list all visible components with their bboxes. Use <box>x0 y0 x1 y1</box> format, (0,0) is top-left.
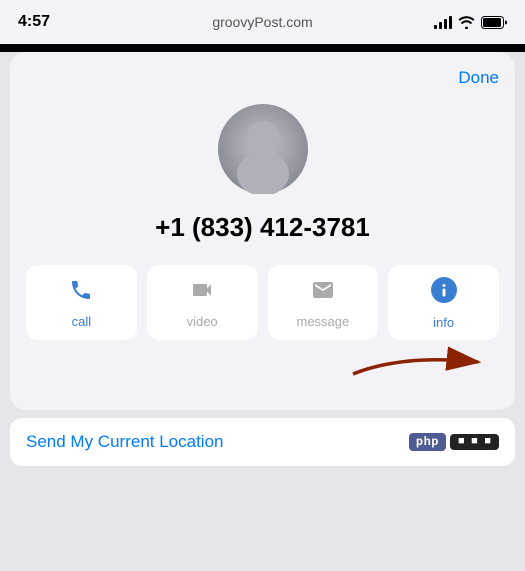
done-button[interactable]: Done <box>26 68 499 88</box>
info-icon <box>431 277 457 309</box>
actions-row: call video message <box>26 265 499 340</box>
video-button[interactable]: video <box>147 265 258 340</box>
arrow-svg <box>323 334 503 389</box>
sheet-backdrop: Done +1 ( <box>0 52 525 571</box>
info-button[interactable]: info <box>388 265 499 340</box>
avatar-icon <box>218 104 308 194</box>
status-time: 4:57 <box>18 13 50 31</box>
call-label: call <box>72 314 92 329</box>
arrow-indicator <box>26 344 499 394</box>
video-icon <box>190 278 214 308</box>
php-logo: php <box>409 433 446 451</box>
avatar <box>218 104 308 194</box>
battery-icon <box>481 16 507 29</box>
video-label: video <box>187 314 218 329</box>
signal-icon <box>434 15 452 29</box>
message-icon <box>311 278 335 308</box>
wifi-icon <box>458 16 475 29</box>
message-button[interactable]: message <box>268 265 379 340</box>
contact-card: Done +1 ( <box>10 52 515 410</box>
location-label: Send My Current Location <box>26 432 224 452</box>
call-icon <box>69 278 93 308</box>
info-label: info <box>433 315 454 330</box>
status-site: groovyPost.com <box>212 14 312 30</box>
dark-badge: ■ ■ ■ <box>450 434 499 450</box>
phone-number: +1 (833) 412-3781 <box>26 212 499 243</box>
location-card[interactable]: Send My Current Location php ■ ■ ■ <box>10 418 515 466</box>
status-icons <box>434 15 507 29</box>
php-badge-area: php ■ ■ ■ <box>409 433 499 451</box>
avatar-area <box>26 104 499 194</box>
message-label: message <box>297 314 350 329</box>
call-button[interactable]: call <box>26 265 137 340</box>
status-bar: 4:57 groovyPost.com <box>0 0 525 44</box>
